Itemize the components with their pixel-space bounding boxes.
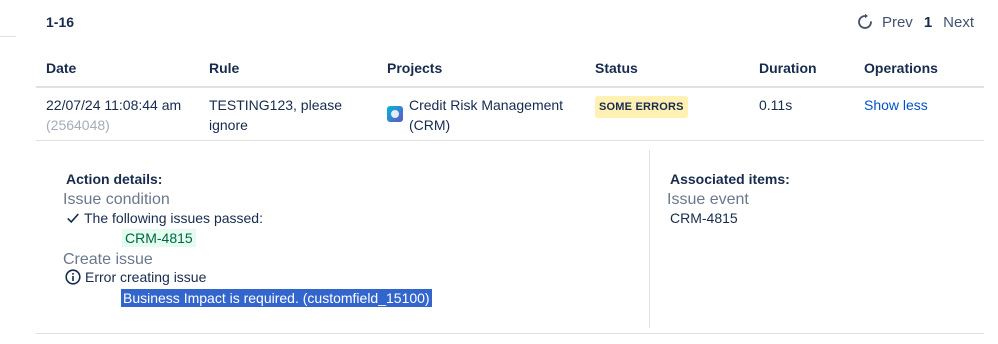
current-page: 1 — [923, 13, 933, 31]
rule-name-line2: ignore — [209, 117, 248, 133]
next-page-button[interactable]: Next — [943, 14, 974, 31]
error-detail-selected: Business Impact is required. (customfiel… — [121, 289, 432, 307]
associated-items-title: Associated items: — [670, 171, 790, 187]
pagination: Prev 1 Next — [856, 13, 974, 31]
passed-line: The following issues passed: — [66, 210, 263, 226]
column-header-operations: Operations — [864, 60, 938, 76]
column-header-status: Status — [595, 60, 638, 76]
project-avatar-icon — [387, 106, 403, 122]
create-issue-label: Create issue — [63, 251, 153, 268]
column-header-duration: Duration — [759, 60, 817, 76]
bottom-divider — [36, 333, 984, 334]
prev-page-button[interactable]: Prev — [882, 14, 913, 31]
project-name-line2: (CRM) — [409, 117, 451, 133]
left-divider — [0, 36, 16, 37]
status-badge: SOME ERRORS — [595, 96, 688, 118]
checkmark-icon — [67, 213, 79, 224]
column-header-date: Date — [46, 60, 77, 76]
result-range: 1-16 — [46, 14, 75, 30]
action-details-title: Action details: — [66, 171, 163, 187]
refresh-icon[interactable] — [856, 13, 874, 31]
associated-issue-link[interactable]: CRM-4815 — [670, 210, 738, 226]
issue-event-label: Issue event — [667, 191, 749, 208]
row-divider — [36, 140, 984, 141]
rule-name-line1: TESTING123, please — [209, 97, 343, 113]
project-cell: Credit Risk Management (CRM) — [387, 95, 563, 135]
passed-issue-key[interactable]: CRM-4815 — [122, 229, 196, 247]
show-less-link[interactable]: Show less — [864, 95, 928, 115]
column-header-rule: Rule — [209, 60, 240, 76]
project-name-line1: Credit Risk Management — [409, 97, 564, 113]
duration-cell: 0.11s — [759, 97, 793, 113]
error-line: Error creating issue — [65, 269, 206, 285]
audit-id: (2564048) — [46, 117, 110, 133]
error-text: Error creating issue — [85, 269, 207, 285]
date-cell: 22/07/24 11:08:44 am (2564048) — [46, 95, 181, 135]
header-divider — [36, 86, 984, 88]
issue-condition-label: Issue condition — [63, 191, 170, 208]
audit-date: 22/07/24 11:08:44 am — [46, 97, 182, 113]
info-icon — [65, 269, 81, 285]
column-header-projects: Projects — [387, 60, 443, 76]
rule-cell: TESTING123, please ignore — [209, 95, 342, 135]
details-divider — [649, 150, 650, 328]
status-cell: SOME ERRORS — [595, 95, 688, 118]
passed-text: The following issues passed: — [84, 210, 263, 226]
